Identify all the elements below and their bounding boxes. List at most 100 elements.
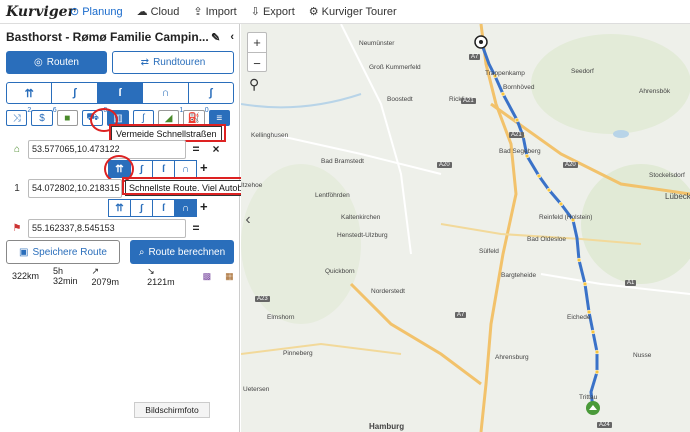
routen-button[interactable]: ◎ Routen <box>6 51 107 74</box>
curve-icon: ſ <box>162 163 165 175</box>
road-label: A20 <box>563 162 578 168</box>
destination-coordinate-input[interactable]: 55.162337,8.545153 <box>28 218 186 238</box>
route-title-row: Basthorst - Rømø Familie Campin... ✎ ‹ <box>6 28 234 46</box>
bike-icon[interactable]: ▦ <box>225 271 234 282</box>
segment-curvature-control-2: ⇈ ∫ ſ ∩ <box>108 199 197 217</box>
map-label: Nusse <box>633 352 652 359</box>
zoom-out-button[interactable]: − <box>248 53 266 73</box>
map-label: Bad Segeberg <box>499 148 541 155</box>
nav-kurviger-tourer[interactable]: ⚙ Kurviger Tourer <box>308 5 397 19</box>
cloud-icon: ☁ <box>136 6 148 18</box>
route-title: Basthorst - Rømø Familie Campin... <box>6 30 209 44</box>
slight-curve-icon: ∫ <box>140 202 143 214</box>
flag-icon: ⚑ <box>12 222 22 234</box>
waypoint-via-row: 1 54.072802,10.218315 <box>6 178 124 198</box>
collapse-panel-chevron-icon[interactable]: ‹ <box>241 205 255 235</box>
very-curvy-icon: ∩ <box>161 87 170 99</box>
save-icon: ▣ <box>19 246 29 258</box>
map-label: Eichede <box>567 314 591 321</box>
truck-icon: ■ <box>64 112 71 124</box>
main-nav: ⊙ Planung ☁ Cloud ⇪ Import ⇩ Export ⚙ Kurvige… <box>70 5 411 19</box>
segment-very-curvy-option[interactable]: ∩ <box>174 160 197 178</box>
map-label: Lentföhrden <box>315 192 350 199</box>
segment-very-curvy-option[interactable]: ∩ <box>174 199 197 217</box>
add-waypoint-button[interactable]: + <box>200 199 208 214</box>
search-icon: ⌕ <box>138 246 145 258</box>
map-label: Trittau <box>579 394 598 401</box>
road-label: A20 <box>437 162 452 168</box>
slight-curve-icon: ∫ <box>140 163 143 175</box>
sliders-icon: ≡ <box>216 112 223 124</box>
road-label: A21 <box>461 98 476 104</box>
map-label: Kellinghusen <box>251 132 289 139</box>
top-navigation-bar: Kurviger ⊙ Planung ☁ Cloud ⇪ Import ⇩ Export… <box>0 0 690 24</box>
money-icon: $ <box>39 112 45 124</box>
map-label: Sülfeld <box>479 248 499 255</box>
screenshot-button[interactable]: Bildschirmfoto <box>134 402 210 418</box>
road-label: A23 <box>255 296 270 302</box>
very-curvy-icon: ∩ <box>181 163 190 175</box>
map-label: Ahrensburg <box>495 354 529 361</box>
nav-cloud[interactable]: ☁ Cloud <box>136 5 180 19</box>
extreme-curvy-option[interactable]: ʃ <box>189 83 233 103</box>
chevron-left-icon[interactable]: ‹ <box>230 31 234 43</box>
segment-fastest-option[interactable]: ⇈ <box>108 199 131 217</box>
profile-icon[interactable]: ▩ <box>203 271 212 282</box>
edit-icon[interactable]: ✎ <box>211 31 220 44</box>
drag-handle-icon[interactable]: = <box>186 221 206 235</box>
map-label: Trappenkamp <box>485 70 525 77</box>
map-label: Itzehoe <box>241 182 263 189</box>
tourer-icon: ⚙ <box>308 6 319 18</box>
segment-curvy-option[interactable]: ſ <box>152 199 175 217</box>
map-label: Neumünster <box>359 40 395 47</box>
road-label: A1 <box>625 280 637 286</box>
save-route-button[interactable]: ▣ Speichere Route <box>6 240 120 264</box>
map-label: Pinneberg <box>283 350 313 357</box>
very-curvy-option[interactable]: ∩ <box>143 83 189 103</box>
map-label: Henstedt-Ulzburg <box>337 232 388 239</box>
drag-handle-icon[interactable]: = <box>186 142 206 156</box>
ascent-value: ↗ 2079m <box>91 265 120 287</box>
map-label: Hamburg <box>369 422 405 431</box>
map-label: Boostedt <box>387 96 413 103</box>
avoid-ferries-toggle[interactable]: ⤨ 2 <box>6 107 31 126</box>
target-icon: ◎ <box>34 57 43 68</box>
export-icon: ⇩ <box>250 6 260 18</box>
extreme-curve-icon: ʃ <box>208 87 213 99</box>
map-view[interactable]: Neumünster Groß Kummerfeld Trappenkamp S… <box>241 24 690 432</box>
descent-value: ↘ 2121m <box>147 265 175 287</box>
avoid-unpaved-toggle[interactable]: ■ <box>56 110 78 126</box>
map-label: Ahrensbök <box>639 88 671 95</box>
zoom-control: + − <box>247 32 267 72</box>
rundtouren-button[interactable]: ⇄ Rundtouren <box>112 51 234 74</box>
map-label: Quickborn <box>325 268 355 275</box>
waypoint-number: 1 <box>14 182 20 194</box>
kurviger-logo[interactable]: Kurviger <box>6 4 75 20</box>
start-coordinate-input[interactable]: 53.577065,10.473122 <box>28 139 186 159</box>
fuel-icon: ⛽ <box>187 112 201 124</box>
calculate-route-button[interactable]: ⌕ Route berechnen <box>130 240 234 264</box>
road-label: A24 <box>597 422 612 428</box>
add-waypoint-button[interactable]: + <box>200 160 208 175</box>
nav-import[interactable]: ⇪ Import <box>193 5 236 19</box>
map-label: Bad Bramstedt <box>321 158 364 165</box>
fastest-route-option[interactable]: ⇈ <box>7 83 53 103</box>
nav-export[interactable]: ⇩ Export <box>250 5 295 19</box>
segment-slight-option[interactable]: ∫ <box>130 199 153 217</box>
avoid-toll-toggle[interactable]: $6 <box>31 107 57 126</box>
nav-planung[interactable]: ⊙ Planung <box>70 5 123 19</box>
map-label: Lübeck <box>665 192 690 201</box>
remove-waypoint-button[interactable]: × <box>206 142 226 156</box>
curvature-segmented-control: ⇈ ∫ ſ ∩ ʃ <box>6 82 234 104</box>
curvy-option[interactable]: ſ <box>97 83 144 103</box>
waypoint-destination-row: ⚑ 55.162337,8.545153 = <box>6 218 234 238</box>
location-pin-icon[interactable]: ⚲ <box>249 76 259 93</box>
slight-curves-option[interactable]: ∫ <box>52 83 98 103</box>
map-label: Kaltenkirchen <box>341 214 381 221</box>
map-label: Uetersen <box>243 386 270 393</box>
segment-curvy-option[interactable]: ſ <box>152 160 175 178</box>
zoom-in-button[interactable]: + <box>248 33 266 53</box>
via-coordinate-input[interactable]: 54.072802,10.218315 <box>28 178 122 198</box>
map-label: Seedorf <box>571 68 594 75</box>
curve-icon: ſ <box>118 87 122 99</box>
